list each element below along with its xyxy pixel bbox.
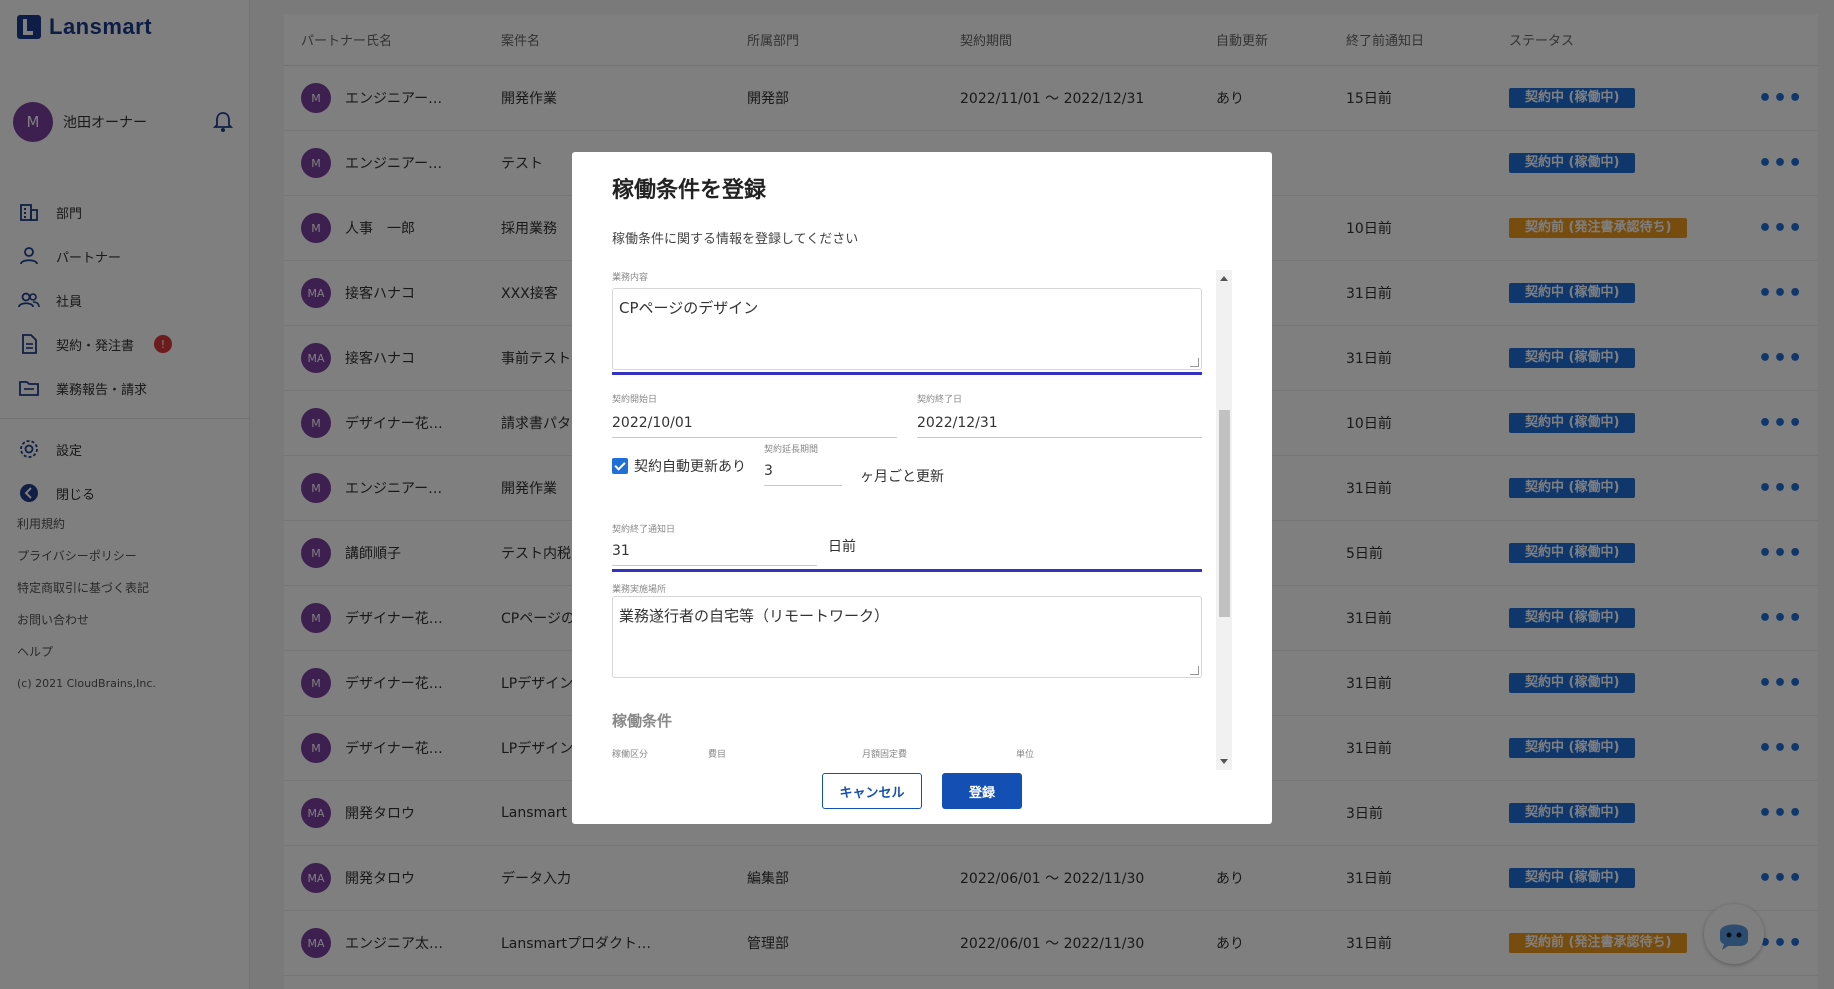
work-content-label: 業務内容 (612, 273, 649, 283)
dialog-title: 稼働条件を登録 (612, 178, 767, 203)
notice-unit: 日前 (828, 539, 856, 555)
cond-col-item: 費目 (708, 750, 727, 760)
work-content-field[interactable]: CPページのデザイン (612, 288, 1202, 370)
conditions-section-title: 稼働条件 (612, 712, 673, 730)
register-work-conditions-dialog: 稼働条件を登録 稼働条件に関する情報を登録してください 業務内容 CPページのデ… (572, 152, 1272, 824)
location-field[interactable]: 業務遂行者の自宅等（リモートワーク） (612, 596, 1202, 678)
register-button[interactable]: 登録 (942, 773, 1022, 809)
cond-col-monthly: 月額固定費 (862, 750, 908, 760)
start-date-field[interactable]: 2022/10/01 (612, 411, 897, 438)
notice-label: 契約終了通知日 (612, 525, 676, 535)
cancel-button[interactable]: キャンセル (822, 773, 922, 809)
dialog-scroll-area[interactable]: 業務内容 CPページのデザイン 契約開始日 2022/10/01 契約終了日 2… (612, 270, 1202, 770)
auto-renew-label: 契約自動更新あり (634, 459, 746, 475)
end-date-label: 契約終了日 (917, 395, 963, 405)
extension-unit: ヶ月ごと更新 (860, 469, 944, 485)
dialog-subtitle: 稼働条件に関する情報を登録してください (612, 232, 859, 247)
scroll-down-icon[interactable] (1220, 759, 1228, 764)
auto-renew-checkbox[interactable] (612, 458, 628, 474)
extension-field[interactable]: 3 (764, 459, 842, 486)
extension-label: 契約延長期間 (764, 445, 819, 455)
end-date-field[interactable]: 2022/12/31 (917, 411, 1202, 438)
start-date-label: 契約開始日 (612, 395, 658, 405)
scroll-up-icon[interactable] (1220, 276, 1228, 281)
notice-field[interactable]: 31 (612, 539, 817, 566)
dialog-scrollbar[interactable] (1216, 270, 1232, 770)
cond-col-unit: 単位 (1016, 750, 1035, 760)
scrollbar-thumb[interactable] (1219, 410, 1230, 617)
location-label: 業務実施場所 (612, 585, 667, 595)
cond-col-type: 稼働区分 (612, 750, 649, 760)
